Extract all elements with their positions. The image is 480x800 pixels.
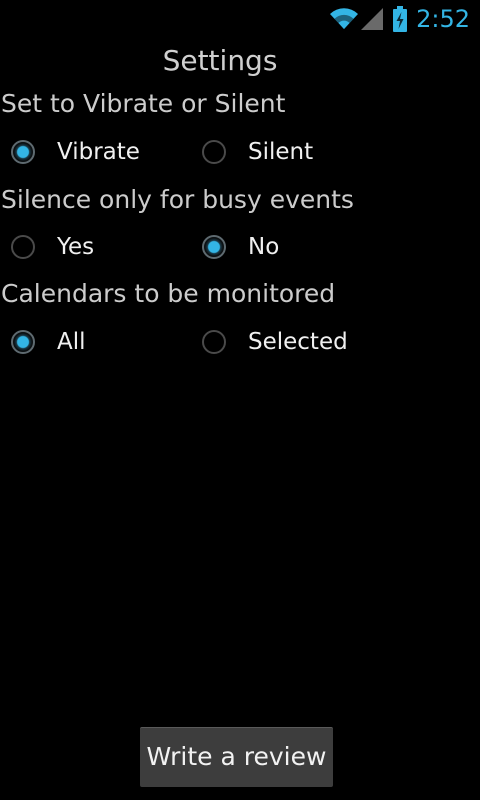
radio-button-checked[interactable] — [202, 235, 226, 259]
radio-button-checked[interactable] — [11, 330, 35, 354]
radio-group-calendars: All Selected — [0, 322, 480, 362]
radio-label-selected: Selected — [248, 329, 348, 355]
section-label-vibrate-or-silent: Set to Vibrate or Silent — [1, 89, 286, 118]
radio-label-no: No — [248, 234, 280, 260]
battery-charging-icon — [393, 6, 408, 32]
radio-option-all[interactable]: All — [11, 322, 86, 362]
radio-option-vibrate[interactable]: Vibrate — [11, 132, 140, 172]
radio-option-silent[interactable]: Silent — [202, 132, 313, 172]
radio-label-vibrate: Vibrate — [57, 139, 140, 165]
write-review-button[interactable]: Write a review — [140, 727, 333, 787]
signal-icon — [361, 8, 384, 30]
radio-button-unchecked[interactable] — [11, 235, 35, 259]
section-label-busy-events: Silence only for busy events — [1, 185, 354, 214]
radio-option-selected[interactable]: Selected — [202, 322, 348, 362]
section-label-calendars: Calendars to be monitored — [1, 279, 336, 308]
radio-button-checked[interactable] — [11, 140, 35, 164]
radio-button-unchecked[interactable] — [202, 140, 226, 164]
page-title: Settings — [162, 44, 278, 77]
radio-group-vibrate-or-silent: Vibrate Silent — [0, 132, 480, 172]
radio-option-yes[interactable]: Yes — [11, 227, 94, 267]
radio-label-yes: Yes — [57, 234, 95, 260]
clock: 2:52 — [416, 5, 470, 33]
radio-label-all: All — [57, 329, 86, 355]
radio-label-silent: Silent — [248, 139, 314, 165]
radio-group-busy-events: Yes No — [0, 227, 480, 267]
radio-button-unchecked[interactable] — [202, 330, 226, 354]
wifi-icon — [329, 8, 359, 30]
radio-option-no[interactable]: No — [202, 227, 279, 267]
status-bar: 2:52 — [0, 0, 480, 38]
status-icons: 2:52 — [329, 4, 470, 34]
